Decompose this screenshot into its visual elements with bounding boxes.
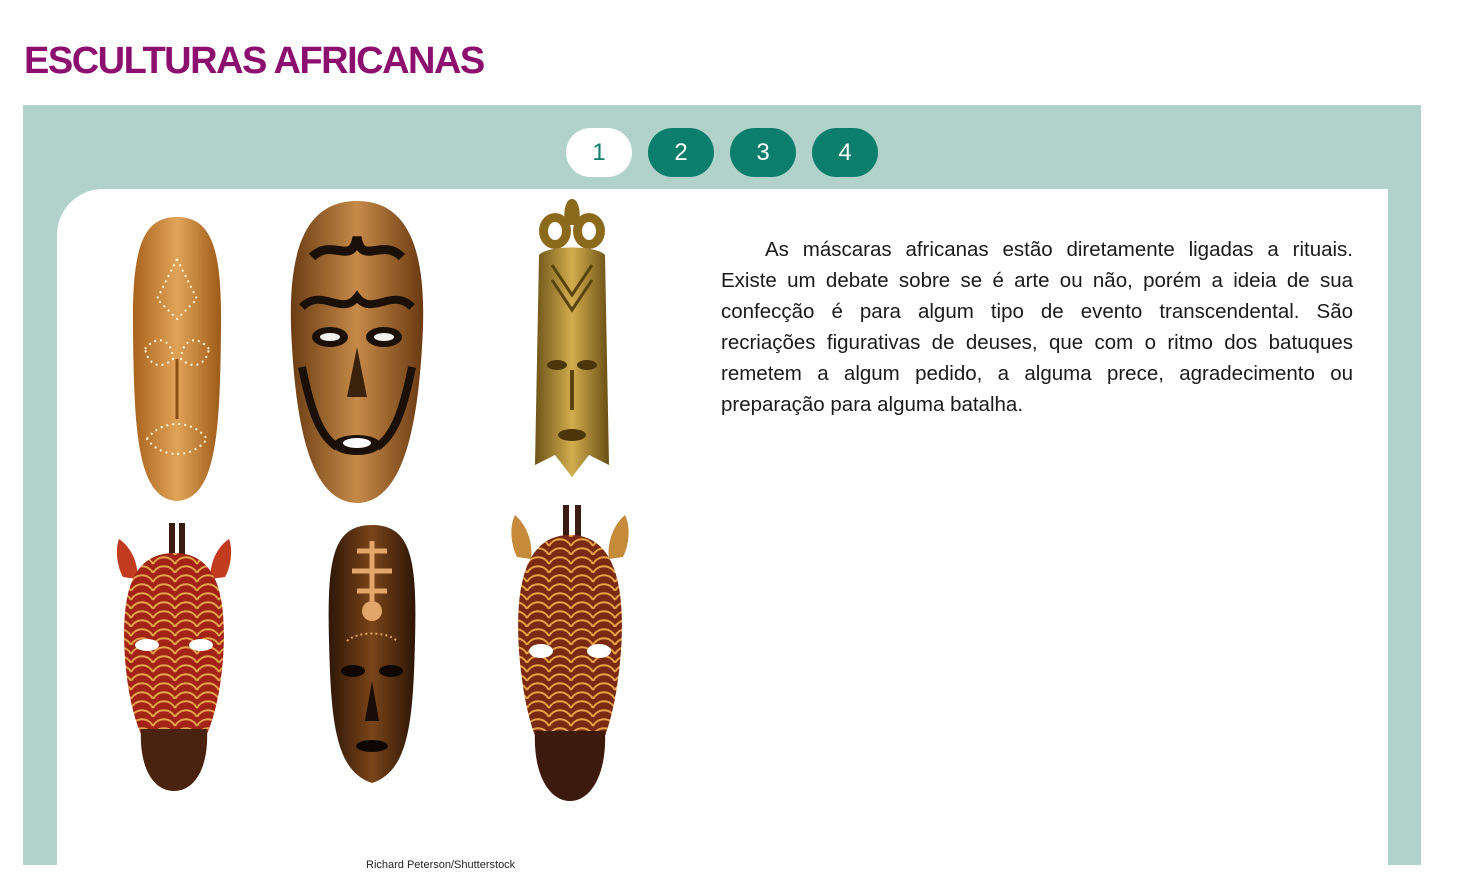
tab-page-3[interactable]: 3 [730,128,796,177]
page-tabs: 1 2 3 4 [566,128,878,177]
content-panel: 1 2 3 4 Richard Peterson/Shutterstock As… [23,105,1421,889]
image-credit: Richard Peterson/Shutterstock [366,859,516,871]
scorpion-mask-image [328,525,416,783]
tab-page-4[interactable]: 4 [812,128,878,177]
description-paragraph: As máscaras africanas estão diretamente … [721,238,1353,416]
content-card: Richard Peterson/Shutterstock As máscara… [57,189,1388,889]
tab-page-2[interactable]: 2 [648,128,714,177]
giraffe-mask-image [116,523,232,791]
tab-page-1[interactable]: 1 [566,128,632,177]
page-title: ESCULTURAS AFRICANAS [24,40,485,82]
masks-illustration: Richard Peterson/Shutterstock [116,199,657,871]
patterned-mask-image [290,201,424,503]
golden-mask-image [535,199,609,477]
wooden-mask-image [132,217,222,501]
giraffe-mask-image [511,505,629,801]
